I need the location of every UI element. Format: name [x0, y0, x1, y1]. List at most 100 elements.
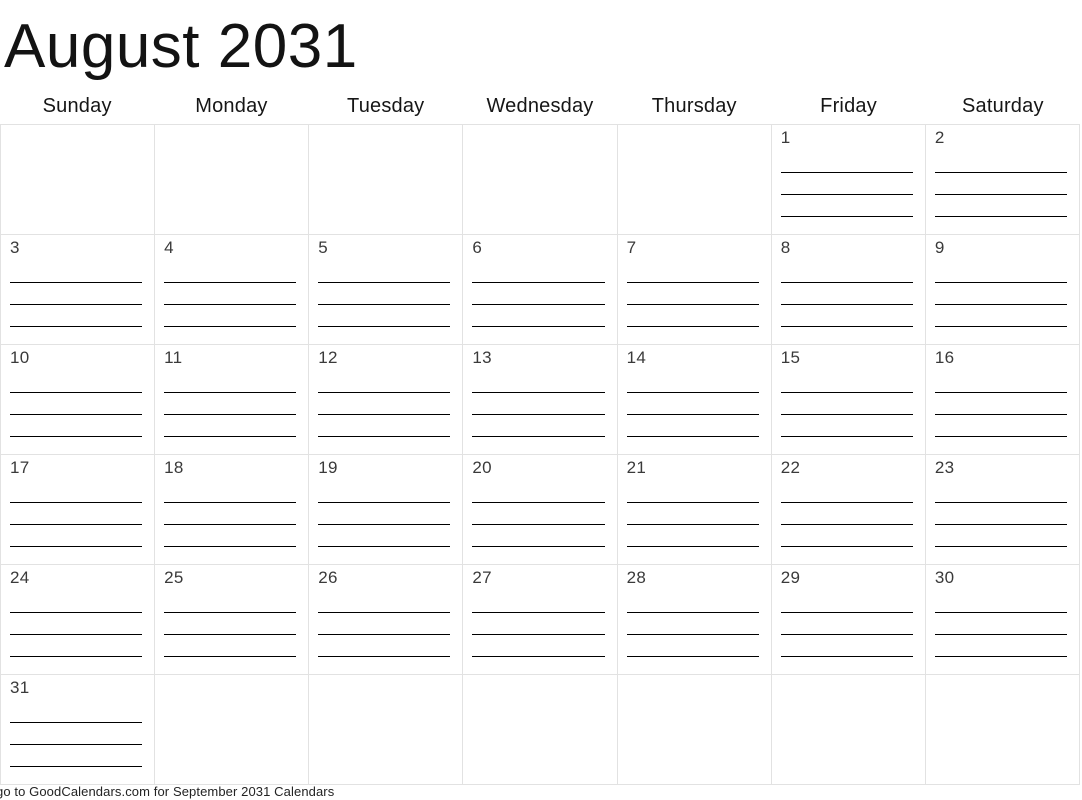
note-line[interactable]: [934, 371, 1067, 393]
day-cell[interactable]: 28: [617, 565, 772, 675]
note-line[interactable]: [934, 283, 1067, 305]
note-line[interactable]: [10, 547, 142, 564]
note-line[interactable]: [472, 393, 605, 415]
note-line[interactable]: [164, 415, 297, 437]
note-line[interactable]: [164, 327, 296, 344]
note-line[interactable]: [934, 481, 1067, 503]
day-cell[interactable]: 1: [771, 125, 926, 235]
note-line[interactable]: [318, 547, 450, 564]
note-line[interactable]: [626, 613, 759, 635]
day-cell[interactable]: 30: [925, 565, 1080, 675]
note-line[interactable]: [318, 481, 451, 503]
note-line[interactable]: [10, 393, 143, 415]
day-cell[interactable]: 29: [771, 565, 926, 675]
day-cell[interactable]: 13: [463, 345, 618, 455]
note-line[interactable]: [934, 151, 1067, 173]
note-line[interactable]: [780, 613, 913, 635]
note-line[interactable]: [780, 393, 913, 415]
note-line[interactable]: [780, 635, 913, 657]
note-line[interactable]: [626, 415, 759, 437]
note-line[interactable]: [318, 525, 451, 547]
note-line[interactable]: [780, 503, 913, 525]
note-line[interactable]: [781, 657, 913, 674]
note-line[interactable]: [935, 327, 1067, 344]
note-line[interactable]: [318, 437, 450, 454]
note-line[interactable]: [626, 525, 759, 547]
note-line[interactable]: [780, 415, 913, 437]
note-line[interactable]: [934, 173, 1067, 195]
note-line[interactable]: [781, 217, 913, 234]
note-line[interactable]: [164, 437, 296, 454]
note-line[interactable]: [318, 503, 451, 525]
note-line[interactable]: [934, 613, 1067, 635]
note-line[interactable]: [164, 591, 297, 613]
note-line[interactable]: [934, 305, 1067, 327]
note-line[interactable]: [626, 371, 759, 393]
note-line[interactable]: [626, 393, 759, 415]
day-cell[interactable]: 21: [617, 455, 772, 565]
note-line[interactable]: [164, 503, 297, 525]
day-cell[interactable]: 19: [309, 455, 464, 565]
note-line[interactable]: [934, 261, 1067, 283]
note-line[interactable]: [472, 481, 605, 503]
note-line[interactable]: [164, 547, 296, 564]
note-line[interactable]: [934, 591, 1067, 613]
note-line[interactable]: [10, 767, 142, 784]
note-line[interactable]: [472, 327, 604, 344]
day-cell[interactable]: 2: [925, 125, 1080, 235]
note-line[interactable]: [164, 305, 297, 327]
note-line[interactable]: [10, 525, 143, 547]
note-line[interactable]: [318, 327, 450, 344]
note-line[interactable]: [10, 591, 143, 613]
note-line[interactable]: [934, 525, 1067, 547]
day-cell[interactable]: 6: [463, 235, 618, 345]
note-line[interactable]: [626, 503, 759, 525]
note-line[interactable]: [780, 481, 913, 503]
note-line[interactable]: [780, 305, 913, 327]
note-line[interactable]: [318, 591, 451, 613]
day-cell[interactable]: 14: [617, 345, 772, 455]
note-line[interactable]: [10, 305, 143, 327]
note-line[interactable]: [318, 261, 451, 283]
note-line[interactable]: [781, 437, 913, 454]
note-line[interactable]: [934, 393, 1067, 415]
day-cell[interactable]: 25: [155, 565, 310, 675]
note-line[interactable]: [318, 657, 450, 674]
note-line[interactable]: [472, 547, 604, 564]
note-line[interactable]: [10, 261, 143, 283]
day-cell[interactable]: 5: [309, 235, 464, 345]
note-line[interactable]: [10, 723, 143, 745]
note-line[interactable]: [10, 503, 143, 525]
note-line[interactable]: [10, 745, 143, 767]
day-cell[interactable]: 8: [771, 235, 926, 345]
note-line[interactable]: [626, 591, 759, 613]
note-line[interactable]: [780, 371, 913, 393]
note-line[interactable]: [472, 283, 605, 305]
note-line[interactable]: [164, 635, 297, 657]
note-line[interactable]: [935, 547, 1067, 564]
note-line[interactable]: [780, 591, 913, 613]
day-cell[interactable]: 31: [1, 675, 156, 785]
note-line[interactable]: [164, 481, 297, 503]
note-line[interactable]: [10, 701, 143, 723]
note-line[interactable]: [318, 613, 451, 635]
note-line[interactable]: [472, 415, 605, 437]
day-cell[interactable]: 11: [155, 345, 310, 455]
note-line[interactable]: [318, 635, 451, 657]
note-line[interactable]: [780, 525, 913, 547]
note-line[interactable]: [164, 525, 297, 547]
day-cell[interactable]: 24: [1, 565, 156, 675]
note-line[interactable]: [164, 283, 297, 305]
note-line[interactable]: [10, 437, 142, 454]
note-line[interactable]: [10, 613, 143, 635]
note-line[interactable]: [934, 195, 1067, 217]
note-line[interactable]: [626, 305, 759, 327]
day-cell[interactable]: 4: [155, 235, 310, 345]
day-cell[interactable]: 17: [1, 455, 156, 565]
note-line[interactable]: [10, 481, 143, 503]
note-line[interactable]: [935, 437, 1067, 454]
day-cell[interactable]: 23: [925, 455, 1080, 565]
note-line[interactable]: [164, 393, 297, 415]
note-line[interactable]: [164, 657, 296, 674]
day-cell[interactable]: 12: [309, 345, 464, 455]
